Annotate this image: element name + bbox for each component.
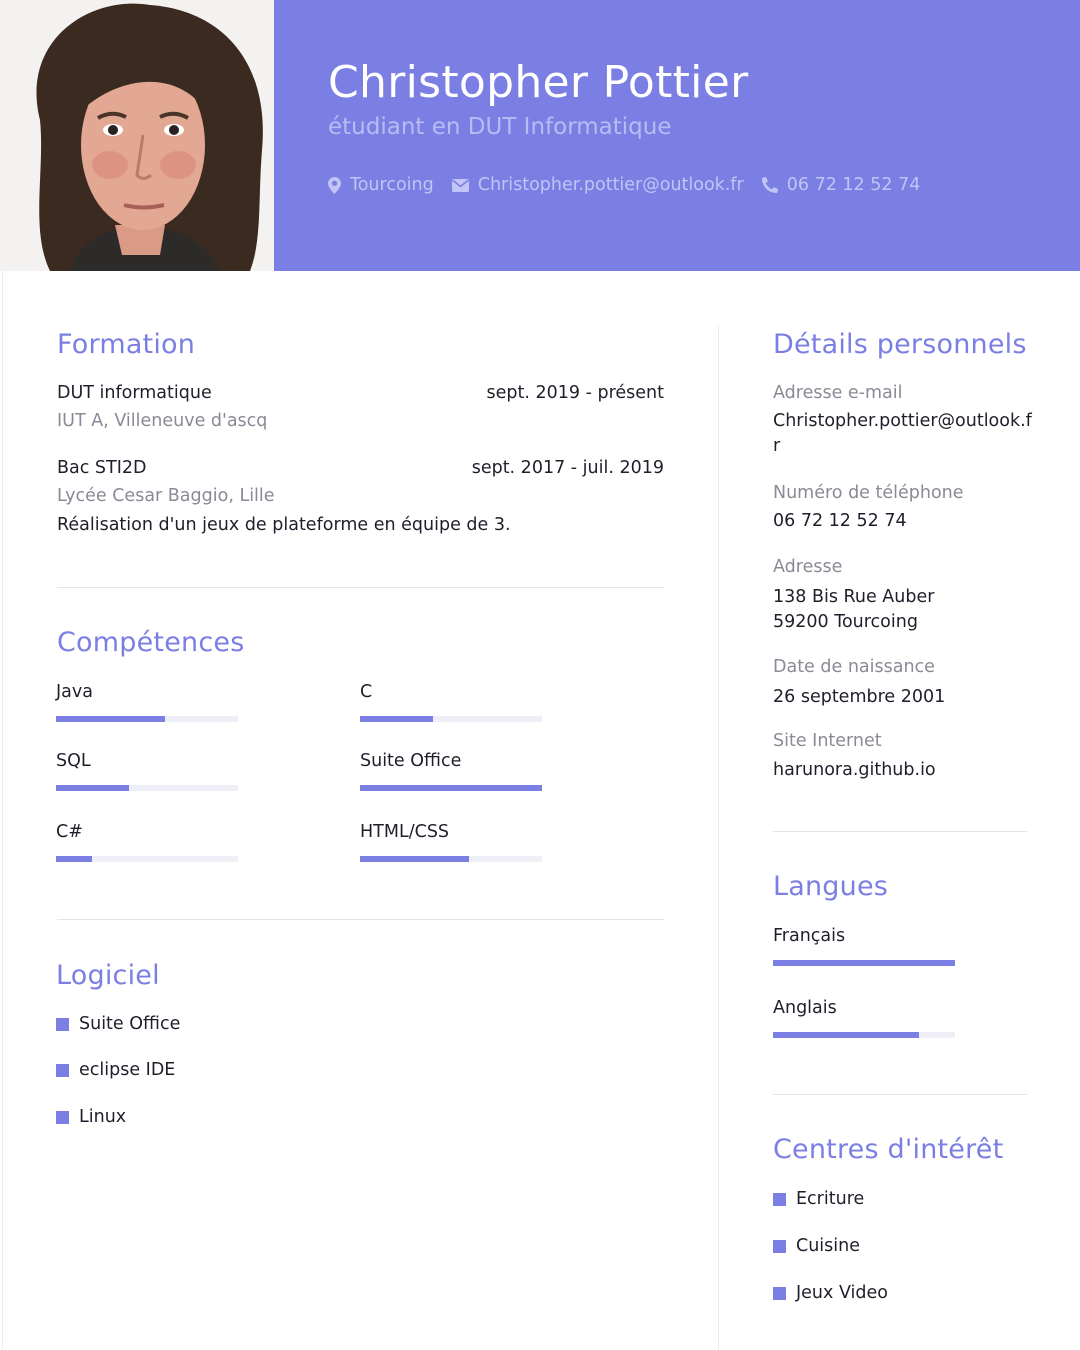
interet-item-label: Jeux Video (796, 1283, 888, 1303)
skill-bar (56, 856, 238, 862)
divider-langues (773, 1094, 1027, 1095)
interet-item: Jeux Video (773, 1283, 888, 1303)
detail-birth-value: 26 septembre 2001 (773, 687, 946, 707)
detail-email-value[interactable]: Christopher.pottier@outlook.fr (773, 409, 1033, 459)
logiciel-item-label: eclipse IDE (79, 1060, 176, 1080)
envelope-icon (451, 178, 469, 192)
skill-bar (56, 785, 238, 791)
language-francais: Français (773, 926, 955, 966)
skill-bar-fill (360, 856, 470, 862)
contact-location: Tourcoing (328, 175, 434, 195)
logiciel-item: Suite Office (56, 1014, 180, 1034)
interet-item-label: Ecriture (796, 1189, 865, 1209)
person-subtitle: étudiant en DUT Informatique (328, 114, 672, 140)
formation-item-1-school: IUT A, Villeneuve d'ascq (57, 411, 268, 431)
skill-label: C (360, 682, 373, 702)
formation-item-2-date: sept. 2017 - juil. 2019 (471, 458, 664, 478)
skill-bar (56, 716, 238, 722)
logiciel-item-label: Suite Office (79, 1014, 181, 1034)
contact-location-text: Tourcoing (350, 175, 434, 195)
skill-bar (360, 856, 542, 862)
detail-phone-label: Numéro de téléphone (773, 483, 964, 503)
interet-item: Ecriture (773, 1189, 864, 1209)
divider-competences (57, 919, 664, 920)
skill-c: C (360, 682, 542, 722)
detail-email-label: Adresse e-mail (773, 383, 903, 403)
skill-label: Java (56, 682, 93, 702)
language-bar (773, 1032, 955, 1038)
square-bullet-icon (56, 1110, 69, 1124)
profile-photo (0, 0, 274, 271)
skill-label: HTML/CSS (360, 822, 450, 842)
detail-website-value[interactable]: harunora.github.io (773, 758, 1033, 783)
interet-item-label: Cuisine (796, 1236, 861, 1256)
competences-title: Compétences (57, 627, 245, 658)
square-bullet-icon (773, 1286, 786, 1300)
skill-bar-fill (56, 785, 129, 791)
langues-title: Langues (773, 871, 889, 902)
skill-java: Java (56, 682, 238, 722)
logiciel-item: eclipse IDE (56, 1060, 175, 1080)
contact-phone-text[interactable]: 06 72 12 52 74 (787, 175, 921, 195)
skill-csharp: C# (56, 822, 238, 862)
profile-photo-image (0, 0, 274, 271)
contact-phone[interactable]: 06 72 12 52 74 (761, 175, 921, 195)
square-bullet-icon (773, 1192, 786, 1206)
skill-bar-fill (56, 716, 166, 722)
contact-email-text[interactable]: Christopher.pottier@outlook.fr (478, 175, 744, 195)
skill-html-css: HTML/CSS (360, 822, 542, 862)
logiciel-title: Logiciel (56, 960, 160, 991)
detail-phone-value[interactable]: 06 72 12 52 74 (773, 509, 1033, 534)
skill-label: Suite Office (360, 751, 462, 771)
interet-item: Cuisine (773, 1236, 860, 1256)
language-bar (773, 960, 955, 966)
contact-email[interactable]: Christopher.pottier@outlook.fr (451, 175, 744, 195)
skill-label: C# (56, 822, 83, 842)
formation-item-1-date: sept. 2019 - présent (486, 383, 664, 403)
column-divider (718, 325, 719, 1350)
divider-details (773, 831, 1027, 832)
detail-birth-label: Date de naissance (773, 657, 935, 677)
divider-formation (57, 587, 664, 588)
skill-label: SQL (56, 751, 91, 771)
skill-bar (360, 785, 542, 791)
language-bar-fill (773, 960, 955, 966)
map-pin-icon (328, 176, 341, 194)
person-name: Christopher Pottier (328, 57, 749, 108)
skill-sql: SQL (56, 751, 238, 791)
header-banner: Christopher Pottier étudiant en DUT Info… (274, 0, 1080, 271)
detail-address-line2: 59200 Tourcoing (773, 612, 918, 632)
square-bullet-icon (56, 1017, 69, 1031)
language-label: Anglais (773, 998, 837, 1018)
formation-title: Formation (57, 329, 196, 360)
logiciel-item: Linux (56, 1107, 126, 1127)
formation-item-2-degree: Bac STI2D (57, 458, 147, 478)
square-bullet-icon (773, 1239, 786, 1253)
interets-title: Centres d'intérêt (773, 1134, 1004, 1165)
details-title: Détails personnels (773, 329, 1027, 360)
language-label: Français (773, 926, 846, 946)
formation-item-2-school: Lycée Cesar Baggio, Lille (57, 486, 275, 506)
detail-address-line1: 138 Bis Rue Auber (773, 587, 935, 607)
skill-bar-fill (56, 856, 93, 862)
formation-item-1-degree: DUT informatique (57, 383, 212, 403)
contact-row: Tourcoing Christopher.pottier@outlook.fr… (328, 175, 938, 195)
logiciel-item-label: Linux (79, 1107, 127, 1127)
language-bar-fill (773, 1032, 919, 1038)
detail-website-label: Site Internet (773, 731, 882, 751)
skill-suite-office: Suite Office (360, 751, 542, 791)
skill-bar-fill (360, 785, 542, 791)
skill-bar (360, 716, 542, 722)
skill-bar-fill (360, 716, 433, 722)
square-bullet-icon (56, 1063, 69, 1077)
phone-icon (761, 177, 778, 193)
language-anglais: Anglais (773, 998, 955, 1038)
formation-item-2-description: Réalisation d'un jeux de plateforme en é… (57, 515, 511, 535)
detail-address-label: Adresse (773, 557, 843, 577)
